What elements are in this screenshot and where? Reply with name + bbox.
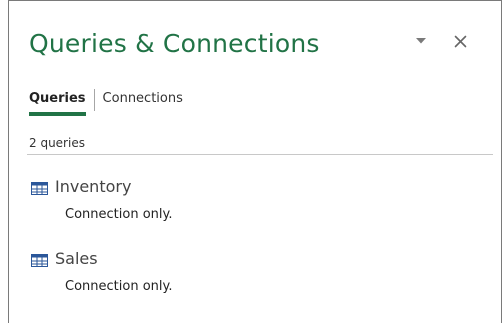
query-name: Inventory (55, 177, 132, 196)
tab-divider (93, 89, 95, 111)
table-icon (31, 254, 48, 267)
query-item-sales[interactable]: Sales Connection only. (31, 248, 491, 304)
table-icon (31, 182, 48, 195)
chevron-down-icon (416, 38, 426, 44)
query-status: Connection only. (65, 279, 173, 294)
tab-connections[interactable]: Connections (103, 89, 183, 116)
active-tab-indicator (29, 112, 86, 116)
pane-title: Queries & Connections (29, 29, 320, 58)
task-pane-options-button[interactable] (407, 27, 435, 55)
query-count: 2 queries (29, 136, 85, 150)
tab-queries-label: Queries (29, 91, 86, 106)
query-name: Sales (55, 249, 98, 268)
tab-strip: Queries Connections (29, 89, 183, 121)
close-button[interactable] (446, 27, 474, 55)
close-icon (454, 35, 466, 47)
divider (27, 154, 493, 155)
query-item-inventory[interactable]: Inventory Connection only. (31, 176, 491, 232)
tab-queries[interactable]: Queries (29, 89, 86, 116)
query-status: Connection only. (65, 207, 173, 222)
tab-connections-label: Connections (102, 91, 183, 106)
queries-connections-pane: Queries & Connections Queries Connection… (8, 0, 502, 323)
